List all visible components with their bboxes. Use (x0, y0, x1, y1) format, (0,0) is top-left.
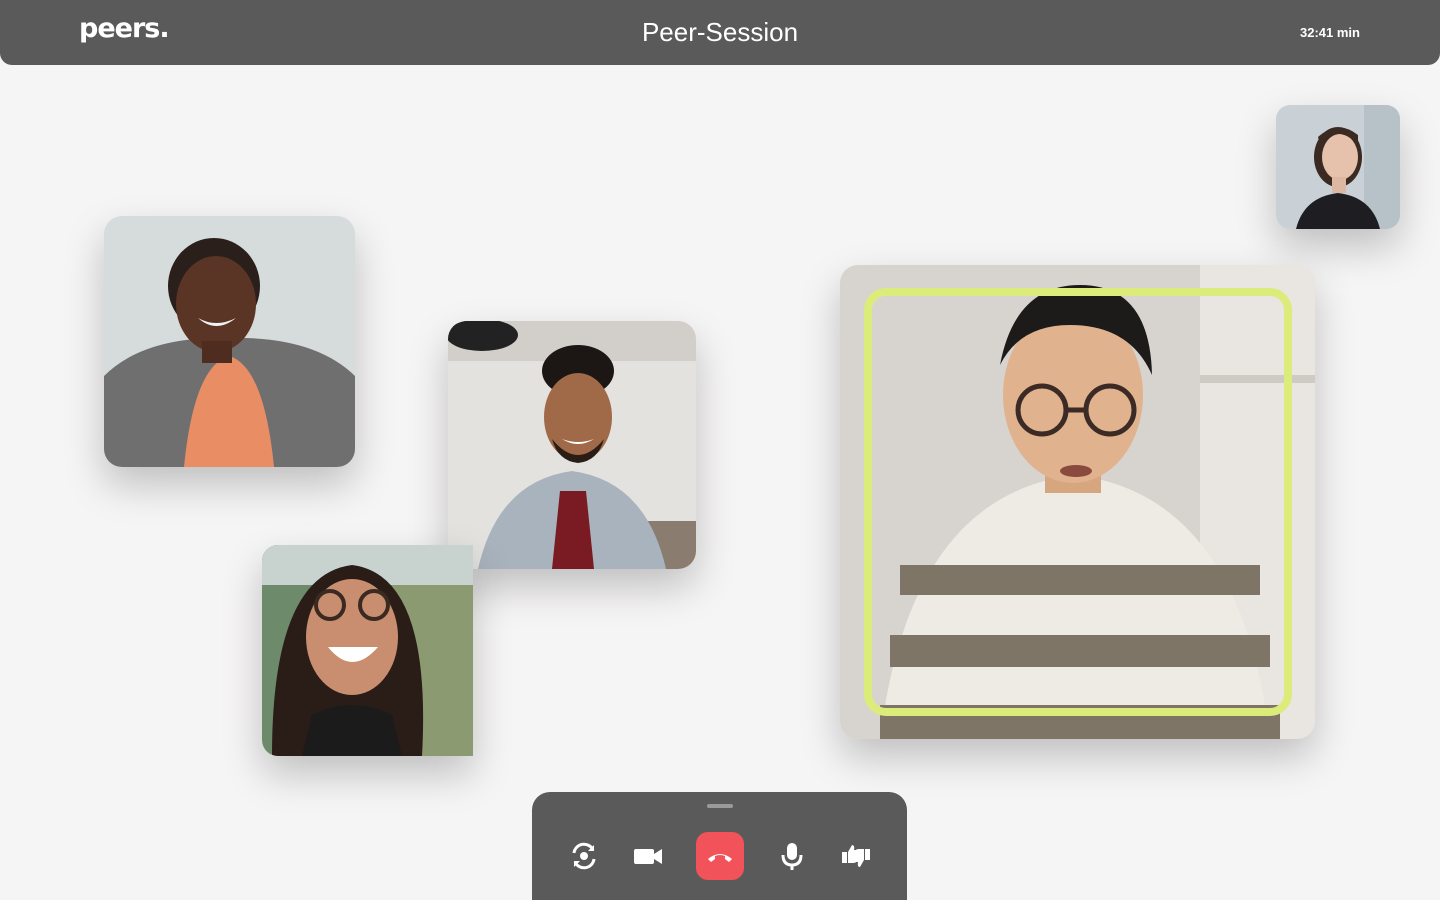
active-speaker-highlight (864, 288, 1292, 716)
participant-video-3 (262, 545, 473, 756)
participant-tile-self[interactable] (1276, 105, 1400, 229)
end-call-icon (708, 854, 732, 862)
participant-tile-1[interactable] (104, 216, 355, 467)
call-controls-bar (532, 792, 907, 900)
top-bar: peers. Peer-Session 32:41 min (0, 0, 1440, 65)
participant-video-1 (104, 216, 355, 467)
switch-camera-icon (572, 842, 596, 870)
session-timer: 32:41 min (1300, 25, 1360, 40)
participant-video-self (1276, 105, 1400, 229)
end-call-button[interactable] (696, 832, 744, 880)
feedback-thumbs-icon (842, 845, 870, 867)
switch-camera-button[interactable] (560, 832, 608, 880)
participant-tile-3[interactable] (262, 545, 473, 756)
feedback-button[interactable] (832, 832, 880, 880)
page-title: Peer-Session (641, 17, 799, 47)
video-camera-icon (634, 849, 662, 864)
microphone-button[interactable] (768, 832, 816, 880)
video-toggle-button[interactable] (624, 832, 672, 880)
drag-handle[interactable] (707, 804, 733, 808)
participant-video-2 (448, 321, 696, 569)
participant-tile-2[interactable] (448, 321, 696, 569)
microphone-icon (781, 843, 803, 870)
